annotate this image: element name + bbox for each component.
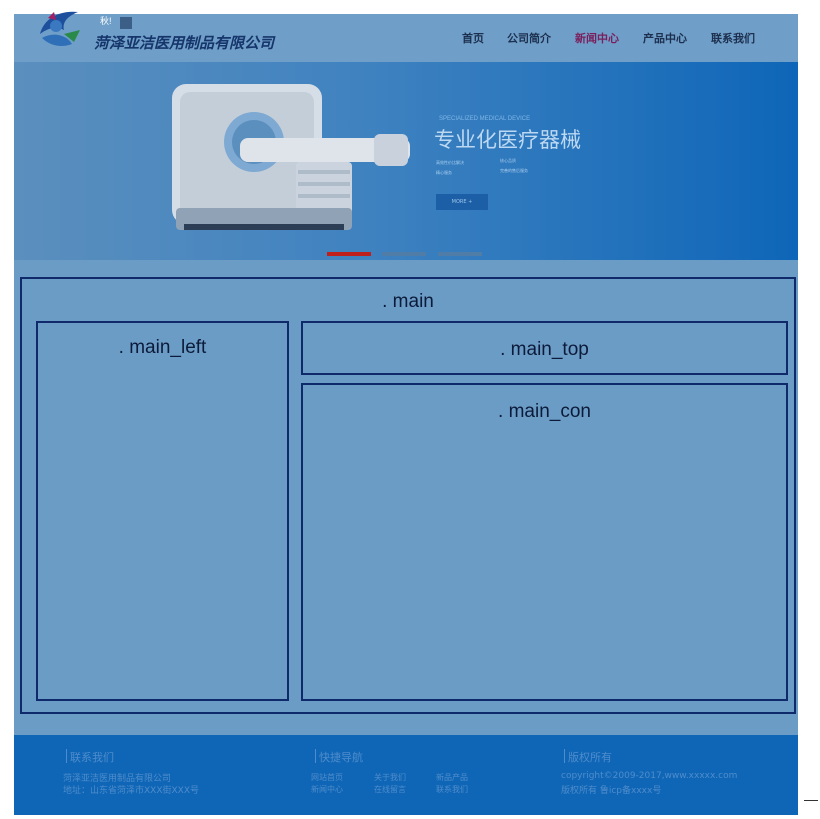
nav-home[interactable]: 首页 — [462, 30, 484, 46]
banner-subtitle: SPECIALIZED MEDICAL DEVICE — [439, 116, 531, 122]
footer-icp-line: 版权所有 鲁icp备xxxx号 — [561, 786, 662, 796]
nav-news[interactable]: 新闻中心 — [575, 30, 619, 46]
main-left-label: . main_left — [118, 337, 207, 358]
corner-line — [804, 800, 818, 801]
logo-decoration — [120, 17, 132, 29]
ct-scanner-image — [172, 84, 410, 230]
nav-products[interactable]: 产品中心 — [643, 30, 687, 46]
footer-link[interactable]: 在线留言 — [374, 784, 406, 795]
main-con-label: . main_con — [498, 401, 591, 422]
banner-slider[interactable]: SPECIALIZED MEDICAL DEVICE 专业化医疗器械 高效性价比… — [14, 62, 798, 260]
footer: 联系我们 菏泽亚洁医用制品有限公司 地址：山东省菏泽市XXX街XXX号 快捷导航… — [14, 735, 798, 815]
banner-title: 专业化医疗器械 — [434, 128, 581, 152]
footer-copyright-line: copyright©2009-2017,www.xxxxx.com — [561, 771, 738, 781]
main-label: . main — [382, 291, 434, 312]
logo-caption: 秋! — [100, 16, 112, 26]
footer-copyright-heading: 版权所有 — [568, 751, 612, 764]
company-name[interactable]: 菏泽亚洁医用制品有限公司 — [94, 32, 274, 53]
footer-divider — [564, 749, 565, 763]
footer-link[interactable]: 联系我们 — [436, 784, 468, 795]
main-con-box: . main_con — [301, 383, 788, 701]
slider-dot[interactable] — [382, 252, 426, 256]
footer-link[interactable]: 新闻中心 — [311, 784, 343, 795]
nav-about[interactable]: 公司简介 — [507, 30, 551, 46]
slider-dot[interactable] — [438, 252, 482, 256]
footer-address: 地址：山东省菏泽市XXX街XXX号 — [63, 786, 199, 796]
banner-feature: 核心品质 — [500, 158, 516, 163]
footer-link[interactable]: 关于我们 — [374, 772, 406, 783]
banner-more-button[interactable]: MORE + — [436, 194, 488, 210]
main-left-box: . main_left — [36, 321, 289, 701]
footer-link[interactable]: 网站首页 — [311, 772, 343, 783]
footer-link[interactable]: 新品产品 — [436, 772, 468, 783]
banner-feature: 高效性价比解决 — [436, 160, 464, 165]
footer-divider — [66, 749, 67, 763]
main-top-box: . main_top — [301, 321, 788, 375]
slider-dot-active[interactable] — [327, 252, 371, 256]
footer-quicknav-heading: 快捷导航 — [319, 751, 363, 764]
banner-feature: 精心服务 — [436, 170, 452, 175]
footer-divider — [315, 749, 316, 763]
logo-icon[interactable] — [34, 4, 90, 52]
banner-feature: 完善的售后服务 — [500, 168, 528, 173]
footer-contact-heading: 联系我们 — [70, 751, 114, 764]
nav-contact[interactable]: 联系我们 — [711, 30, 755, 46]
main-top-label: . main_top — [500, 339, 589, 360]
